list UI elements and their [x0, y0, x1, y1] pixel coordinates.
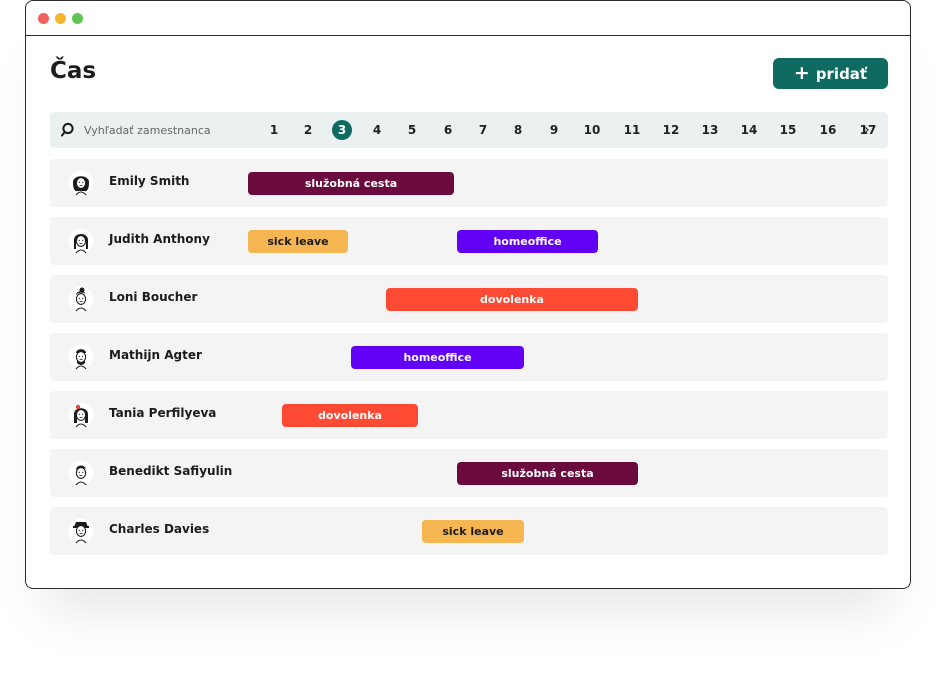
- avatar: [68, 460, 94, 486]
- day-1[interactable]: 1: [263, 120, 285, 140]
- search-icon: [61, 122, 74, 137]
- avatar: [68, 344, 94, 370]
- avatar: [68, 518, 94, 544]
- event-bar-služobná-cesta[interactable]: služobná cesta: [248, 172, 454, 195]
- add-button[interactable]: + pridať: [773, 58, 888, 89]
- employee-row: Mathijn Agter homeoffice: [50, 333, 888, 381]
- day-11[interactable]: 11: [621, 120, 643, 140]
- employee-row: Loni Boucher dovolenka: [50, 275, 888, 323]
- day-6[interactable]: 6: [437, 120, 459, 140]
- maximize-window-dot[interactable]: [72, 13, 83, 24]
- employee-name[interactable]: Tania Perfilyeva: [109, 406, 216, 420]
- day-3[interactable]: 3: [332, 120, 352, 140]
- event-bar-homeoffice[interactable]: homeoffice: [351, 346, 524, 369]
- day-2[interactable]: 2: [297, 120, 319, 140]
- day-15[interactable]: 15: [777, 120, 799, 140]
- event-bar-služobná-cesta[interactable]: služobná cesta: [457, 462, 638, 485]
- employee-name[interactable]: Mathijn Agter: [109, 348, 202, 362]
- employee-row: Emily Smith služobná cesta: [50, 159, 888, 207]
- day-8[interactable]: 8: [507, 120, 529, 140]
- avatar: [68, 402, 94, 428]
- page-title: Čas: [50, 58, 97, 84]
- day-12[interactable]: 12: [660, 120, 682, 140]
- avatar: [68, 286, 94, 312]
- avatar: [68, 228, 94, 254]
- day-13[interactable]: 13: [699, 120, 721, 140]
- plus-icon: +: [793, 62, 810, 84]
- app-window: Čas + pridať 1234567891011121314151617 ›…: [25, 0, 911, 589]
- employee-name[interactable]: Loni Boucher: [109, 290, 197, 304]
- event-bar-homeoffice[interactable]: homeoffice: [457, 230, 598, 253]
- day-4[interactable]: 4: [366, 120, 388, 140]
- employee-row: Judith Anthony sick leave homeoffice: [50, 217, 888, 265]
- next-days-arrow-icon[interactable]: ›: [864, 120, 870, 140]
- minimize-window-dot[interactable]: [55, 13, 66, 24]
- add-button-label: pridať: [815, 64, 868, 83]
- day-16[interactable]: 16: [817, 120, 839, 140]
- day-5[interactable]: 5: [401, 120, 423, 140]
- employee-row: Benedikt Safiyulin služobná cesta: [50, 449, 888, 497]
- day-10[interactable]: 10: [581, 120, 603, 140]
- close-window-dot[interactable]: [38, 13, 49, 24]
- employee-row: Tania Perfilyeva dovolenka: [50, 391, 888, 439]
- day-7[interactable]: 7: [472, 120, 494, 140]
- employee-name[interactable]: Emily Smith: [109, 174, 189, 188]
- event-bar-dovolenka[interactable]: dovolenka: [282, 404, 418, 427]
- employee-row: Charles Davies sick leave: [50, 507, 888, 555]
- day-14[interactable]: 14: [738, 120, 760, 140]
- employee-name[interactable]: Judith Anthony: [109, 232, 210, 246]
- window-titlebar: [26, 1, 910, 36]
- event-bar-dovolenka[interactable]: dovolenka: [386, 288, 638, 311]
- employee-name[interactable]: Charles Davies: [109, 522, 209, 536]
- event-bar-sick-leave[interactable]: sick leave: [248, 230, 348, 253]
- employee-name[interactable]: Benedikt Safiyulin: [109, 464, 232, 478]
- timeline-toolbar: 1234567891011121314151617 ›: [50, 112, 888, 148]
- avatar: [68, 170, 94, 196]
- event-bar-sick-leave[interactable]: sick leave: [422, 520, 524, 543]
- search-input[interactable]: [84, 121, 234, 139]
- day-9[interactable]: 9: [543, 120, 565, 140]
